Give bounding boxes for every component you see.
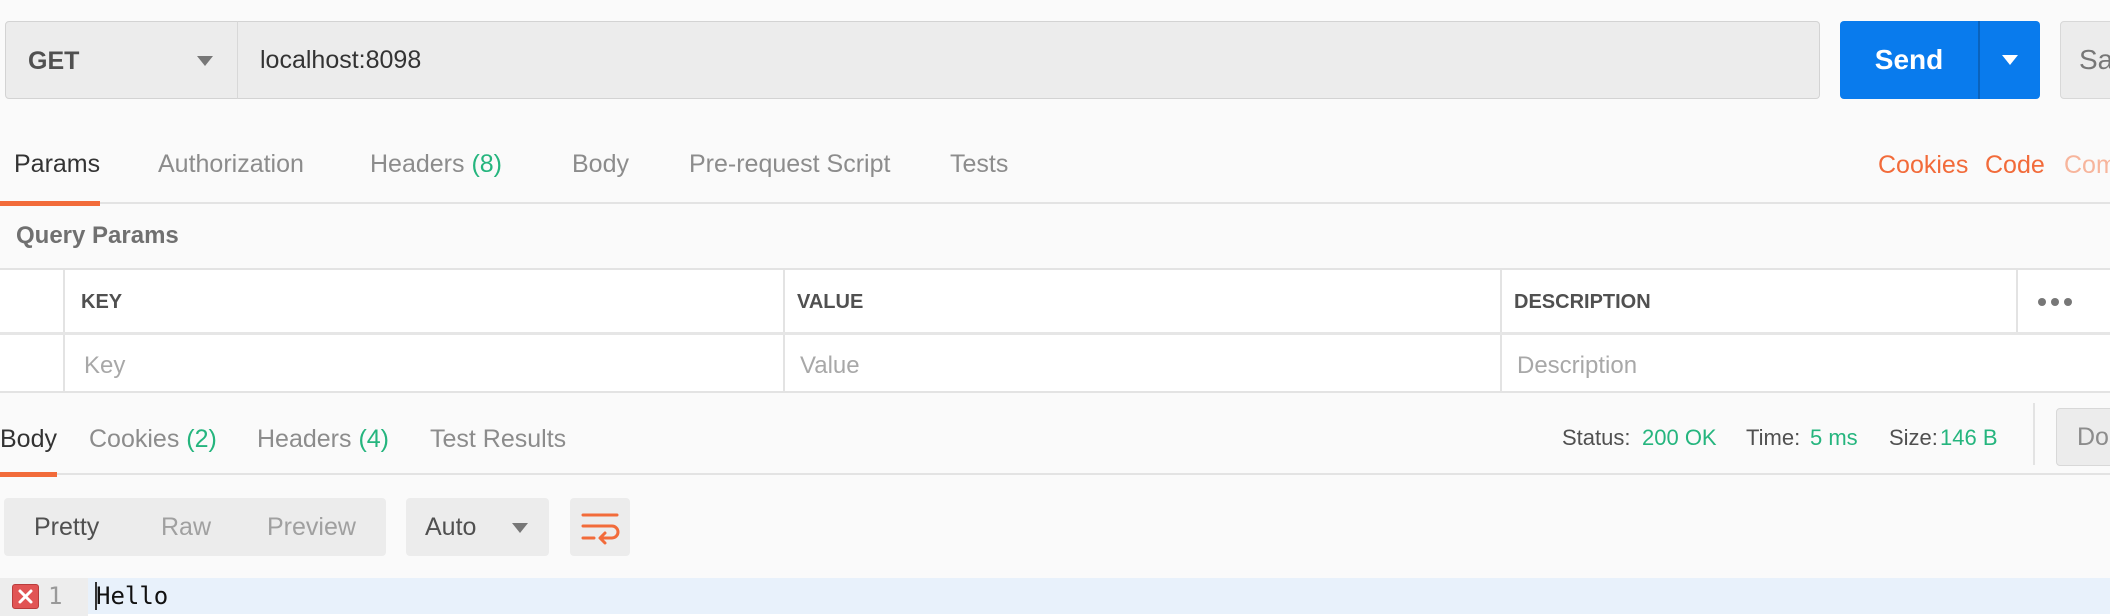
error-icon: [12, 584, 39, 609]
view-mode-pretty[interactable]: Pretty: [34, 498, 99, 556]
tab-label: Headers: [257, 425, 352, 453]
key-input[interactable]: Key: [84, 336, 125, 396]
header-row-divider: [0, 332, 2110, 335]
response-body-editor[interactable]: 1 Hello: [0, 578, 2110, 616]
row-handle-divider: [63, 270, 65, 391]
column-header-key: KEY: [81, 291, 123, 313]
tab-label: Tests: [950, 150, 1009, 178]
code-line: Hello: [96, 582, 169, 610]
active-tab-indicator: [0, 201, 101, 206]
format-select[interactable]: Auto: [406, 498, 549, 556]
url-input[interactable]: [237, 21, 1820, 99]
tab-headers[interactable]: Headers (8): [370, 118, 502, 204]
method-select[interactable]: GET: [5, 21, 238, 99]
headers-count: (8): [471, 150, 503, 178]
tab-params[interactable]: Params: [0, 118, 101, 206]
headers-count: (4): [358, 425, 390, 453]
tab-authorization[interactable]: Authorization: [158, 118, 304, 204]
response-tab-test-results[interactable]: Test Results: [430, 393, 566, 475]
time-value: 5 ms: [1810, 425, 1858, 450]
wrap-lines-button[interactable]: [570, 498, 630, 556]
method-label: GET: [28, 47, 80, 75]
cookies-count: (2): [186, 425, 217, 453]
save-button[interactable]: Sa: [2060, 21, 2110, 99]
request-tabs: Params Authorization Headers (8) Body Pr…: [0, 118, 2110, 206]
status-value: 200 OK: [1642, 425, 1717, 450]
send-button[interactable]: Send: [1840, 21, 2040, 99]
tab-label: Body: [572, 150, 629, 178]
active-tab-indicator: [0, 472, 57, 477]
response-tab-headers[interactable]: Headers (4): [257, 393, 389, 475]
tab-pre-request-script[interactable]: Pre-request Script: [689, 118, 890, 204]
value-input[interactable]: Value: [800, 336, 860, 396]
download-button[interactable]: Do: [2056, 408, 2110, 466]
column-divider: [2016, 270, 2018, 332]
chevron-down-icon: [512, 523, 528, 533]
column-divider: [1500, 270, 1502, 391]
tab-label: Headers: [370, 150, 465, 178]
status-label: Status:: [1562, 425, 1631, 450]
size-label: Size:: [1889, 425, 1938, 450]
response-tabs: Body Cookies (2) Headers (4) Test Result…: [0, 393, 2110, 477]
request-url-bar: GET Send Sa: [0, 0, 2110, 118]
time-label: Time:: [1746, 425, 1801, 450]
description-input[interactable]: Description: [1517, 336, 1637, 396]
query-params-title: Query Params: [16, 222, 179, 249]
tab-label: Test Results: [430, 425, 567, 453]
code-link[interactable]: Code: [1985, 118, 2045, 212]
view-mode-raw[interactable]: Raw: [161, 498, 211, 556]
download-label: Do: [2077, 423, 2109, 451]
tab-label: Cookies: [89, 425, 180, 453]
format-label: Auto: [425, 513, 477, 541]
tab-label: Authorization: [158, 150, 304, 178]
send-divider: [1978, 21, 1980, 99]
response-tab-body[interactable]: Body: [0, 393, 57, 477]
column-header-value: VALUE: [797, 291, 864, 313]
response-tab-cookies[interactable]: Cookies (2): [89, 393, 217, 475]
chevron-down-icon: [197, 56, 213, 66]
wrap-lines-icon: [581, 513, 620, 545]
editor-gutter: 1: [0, 578, 88, 616]
cookies-link[interactable]: Cookies: [1878, 118, 1968, 212]
comments-link[interactable]: Com: [2064, 118, 2110, 212]
query-params-table: KEY VALUE DESCRIPTION Key Value Descript…: [0, 268, 2110, 393]
view-mode-preview[interactable]: Preview: [267, 498, 356, 556]
view-mode-toggle: Pretty Raw Preview: [4, 498, 386, 556]
column-divider: [783, 270, 785, 391]
tab-tests[interactable]: Tests: [950, 118, 1008, 204]
tab-label: Body: [0, 425, 57, 453]
tab-body[interactable]: Body: [572, 118, 629, 204]
send-options-chevron-icon[interactable]: [2002, 55, 2018, 65]
more-horizontal-icon[interactable]: [2038, 298, 2072, 306]
send-label: Send: [1874, 44, 1944, 75]
line-number: 1: [48, 582, 63, 610]
tab-label: Pre-request Script: [689, 150, 891, 178]
tab-label: Params: [14, 150, 101, 178]
divider: [2033, 403, 2035, 465]
active-line-highlight: [0, 578, 2110, 614]
size-value: 146 B: [1940, 425, 1998, 450]
save-label: Sa: [2079, 44, 2110, 75]
column-header-description: DESCRIPTION: [1514, 291, 1651, 313]
